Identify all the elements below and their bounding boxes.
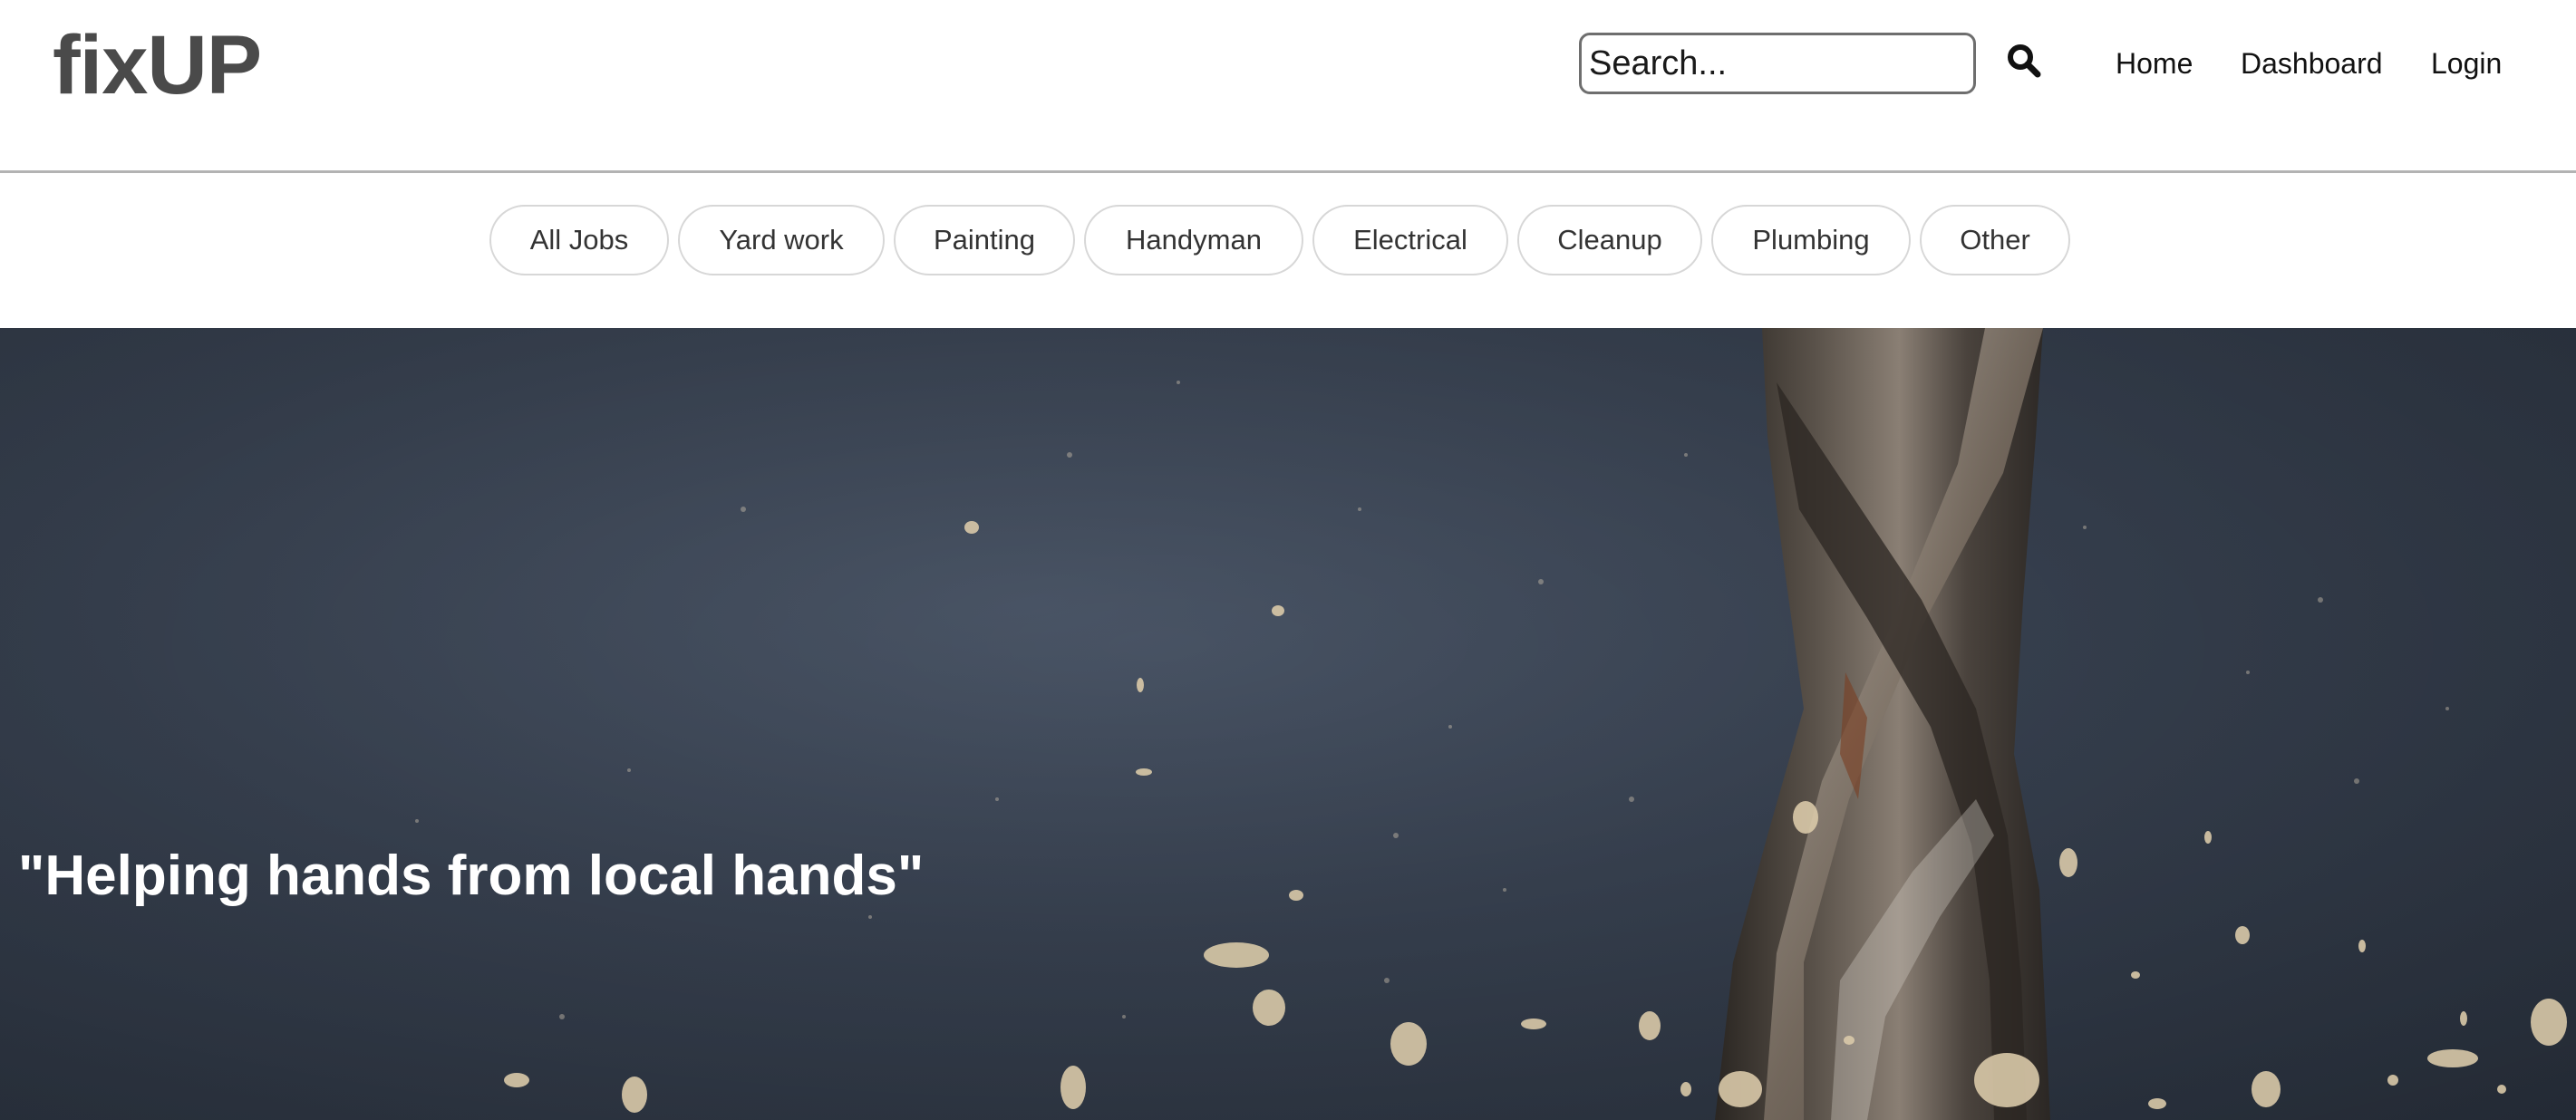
category-filter-bar: All Jobs Yard work Painting Handyman Ele… bbox=[0, 173, 2576, 328]
nav-home[interactable]: Home bbox=[2116, 43, 2193, 83]
category-painting[interactable]: Painting bbox=[894, 205, 1075, 275]
nav-dashboard[interactable]: Dashboard bbox=[2241, 43, 2383, 83]
search-icon[interactable] bbox=[2005, 42, 2045, 82]
drill-bit-photo bbox=[0, 328, 2576, 1120]
category-yard-work[interactable]: Yard work bbox=[678, 205, 885, 275]
category-plumbing[interactable]: Plumbing bbox=[1711, 205, 1911, 275]
site-logo[interactable]: fixUP bbox=[53, 20, 262, 111]
category-all-jobs[interactable]: All Jobs bbox=[489, 205, 669, 275]
site-header: fixUP Home Dashboard Login bbox=[0, 0, 2576, 173]
category-cleanup[interactable]: Cleanup bbox=[1517, 205, 1702, 275]
hero-tagline: "Helping hands from local hands" bbox=[18, 845, 925, 907]
nav-login[interactable]: Login bbox=[2431, 43, 2502, 83]
search-input[interactable] bbox=[1579, 33, 1976, 94]
hero-banner: "Helping hands from local hands" bbox=[0, 328, 2576, 1120]
category-other[interactable]: Other bbox=[1920, 205, 2070, 275]
category-handyman[interactable]: Handyman bbox=[1084, 205, 1303, 275]
category-electrical[interactable]: Electrical bbox=[1312, 205, 1508, 275]
